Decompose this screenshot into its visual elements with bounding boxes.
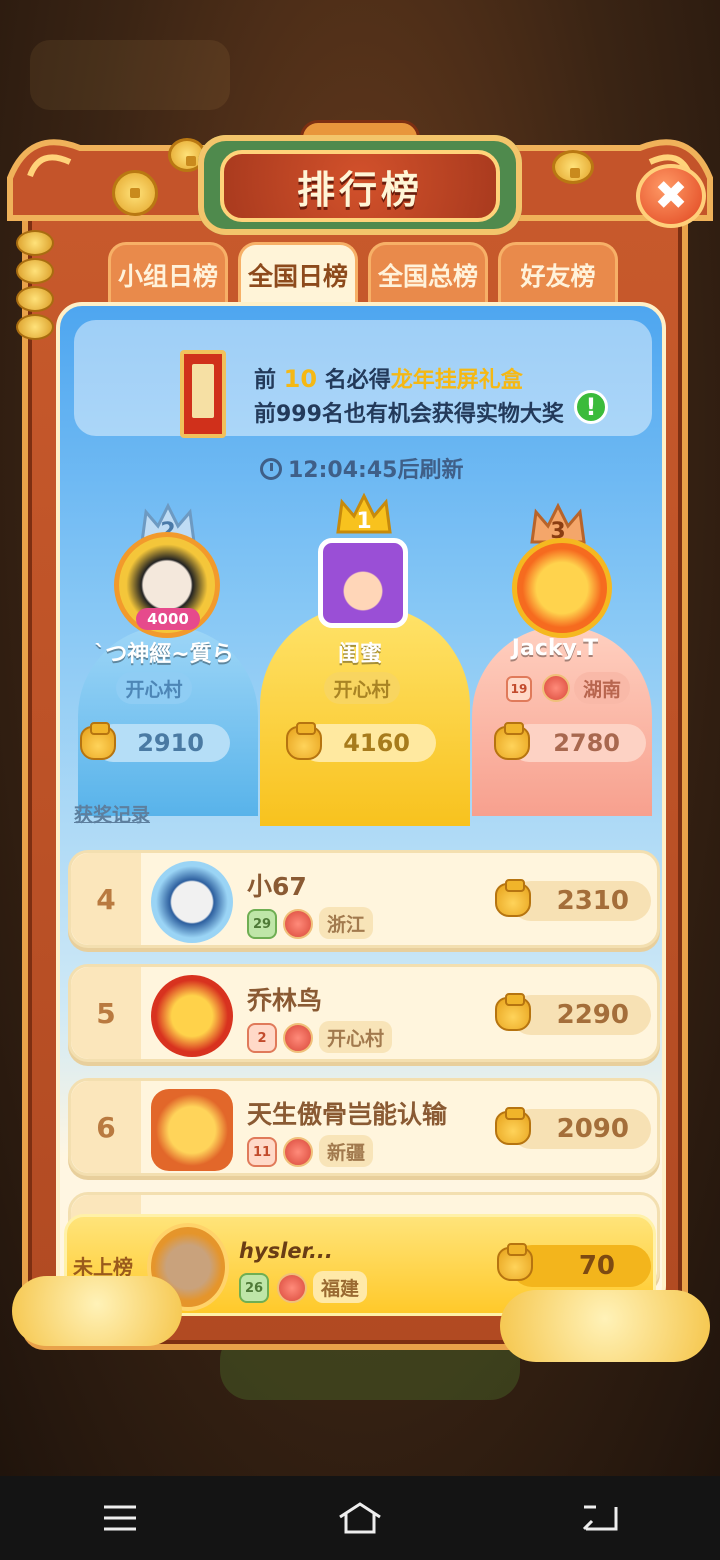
coin-icon [112, 170, 158, 216]
coin-string-ornament [16, 230, 56, 360]
reward-banner: 前 10 名必得龙年挂屏礼盒 前999名也有机会获得实物大奖 ! [74, 320, 652, 438]
refresh-time: 12:04:45 [288, 458, 398, 483]
second-player-name: `つ神經~質ら [94, 642, 234, 667]
home-button[interactable] [320, 1488, 400, 1548]
banner-mid: 名必得 [317, 368, 391, 393]
second-region: 开心村 [116, 672, 192, 704]
row-avatar[interactable] [151, 975, 233, 1057]
tab-national-daily[interactable]: 全国日榜 [238, 242, 358, 304]
lion-icon [283, 1137, 313, 1167]
menu-button[interactable] [80, 1488, 160, 1548]
home-icon [339, 1502, 381, 1534]
first-player-name: 闺蜜 [337, 642, 382, 667]
score-badge: 4000 [136, 608, 200, 630]
third-player-name: Jacky.T [511, 636, 599, 661]
close-button[interactable]: ✖ [636, 164, 706, 228]
money-bag-icon [286, 722, 322, 760]
lion-icon [277, 1273, 307, 1303]
tab-friends[interactable]: 好友榜 [498, 242, 618, 304]
level-badge: 29 [247, 909, 277, 939]
refresh-suffix: 后刷新 [397, 458, 464, 483]
row-region: 开心村 [319, 1021, 393, 1053]
banner-line2: 前999名也有机会获得实物大奖 [254, 402, 564, 427]
scroll-gift-icon [180, 350, 226, 438]
leaderboard-panel: 前 10 名必得龙年挂屏礼盒 前999名也有机会获得实物大奖 ! 12:04:4… [56, 302, 666, 1312]
my-region: 福建 [313, 1271, 368, 1303]
cloud-decoration [12, 1276, 182, 1346]
money-bag-icon [495, 1107, 531, 1145]
info-icon[interactable]: ! [574, 390, 608, 424]
tab-national-total[interactable]: 全国总榜 [368, 242, 488, 304]
avatar-third[interactable] [512, 538, 612, 638]
row-rank: 5 [71, 967, 141, 1059]
system-nav-bar [0, 1476, 720, 1560]
tab-group-daily[interactable]: 小组日榜 [108, 242, 228, 304]
avatar-first[interactable] [318, 538, 408, 628]
menu-icon [104, 1505, 136, 1531]
close-icon: ✖ [654, 173, 688, 219]
lion-icon [542, 674, 570, 702]
cloud-decoration [500, 1290, 710, 1362]
back-button[interactable] [560, 1488, 640, 1548]
third-score: 2780 [510, 724, 646, 762]
back-icon [582, 1505, 618, 1531]
row-name: 天生傲骨岂能认输 [247, 1100, 448, 1129]
first-region: 开心村 [324, 672, 400, 704]
level-badge: 19 [506, 676, 532, 702]
my-name: hysler... [239, 1239, 333, 1263]
money-bag-icon [495, 993, 531, 1031]
money-bag-icon [497, 1243, 533, 1281]
row-score: 2310 [511, 881, 651, 921]
banner-prefix: 前 [254, 368, 284, 393]
money-bag-icon [495, 879, 531, 917]
crown-gold-icon: 1 [334, 492, 394, 538]
third-region: 湖南 [574, 672, 630, 704]
row-rank: 4 [71, 853, 141, 945]
row-region: 浙江 [319, 907, 374, 939]
row-avatar[interactable] [151, 1089, 233, 1171]
level-badge: 11 [247, 1137, 277, 1167]
money-bag-icon [80, 722, 116, 760]
page-title: 排行榜 [220, 150, 500, 222]
row-score: 2090 [511, 1109, 651, 1149]
ranking-row[interactable]: 6 天生傲骨岂能认输 11 新疆 2090 [68, 1078, 660, 1176]
money-bag-icon [494, 722, 530, 760]
banner-rank-number: 10 [283, 365, 318, 393]
row-rank: 6 [71, 1081, 141, 1173]
coin-icon [552, 150, 594, 184]
ranking-row[interactable]: 4 小67 29 浙江 2310 [68, 850, 660, 948]
lion-icon [283, 1023, 313, 1053]
row-score: 2290 [511, 995, 651, 1035]
row-avatar[interactable] [151, 861, 233, 943]
backdrop-blur-bar [30, 40, 230, 110]
refresh-countdown: 12:04:45后刷新 [260, 452, 463, 484]
row-name: 小67 [247, 872, 307, 901]
row-region: 新疆 [319, 1135, 374, 1167]
lion-icon [283, 909, 313, 939]
award-history-link[interactable]: 获奖记录 [74, 800, 150, 827]
rank-number: 1 [356, 509, 372, 534]
clock-icon [260, 458, 282, 480]
banner-gift-name: 龙年挂屏礼盒 [390, 368, 523, 393]
row-name: 乔林鸟 [247, 986, 323, 1015]
level-badge: 2 [247, 1023, 277, 1053]
tab-bar: 小组日榜 全国日榜 全国总榜 好友榜 [108, 242, 628, 304]
ranking-row[interactable]: 5 乔林鸟 2 开心村 2290 [68, 964, 660, 1062]
level-badge: 26 [239, 1273, 269, 1303]
banner-line1: 前 10 名必得龙年挂屏礼盒 [254, 362, 523, 394]
